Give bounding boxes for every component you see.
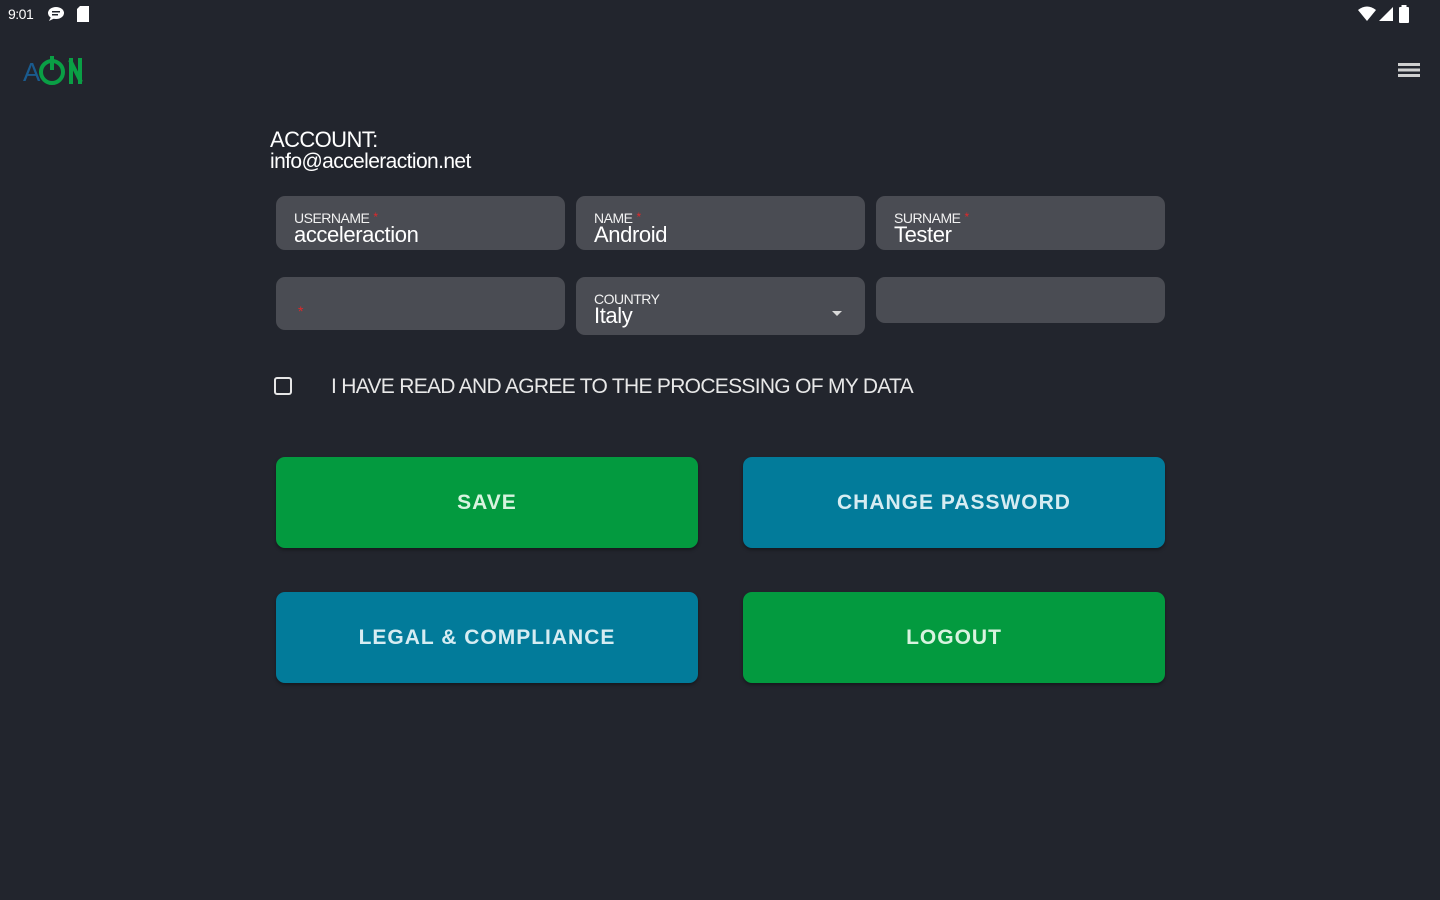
status-time: 9:01: [8, 6, 34, 22]
save-button-label: SAVE: [457, 490, 517, 514]
country-select[interactable]: COUNTRY Italy: [576, 277, 865, 335]
name-field[interactable]: NAME * Android: [576, 196, 865, 250]
name-value: Android: [594, 222, 668, 247]
cell-signal-icon: [1378, 6, 1394, 27]
battery-icon: [1398, 5, 1410, 29]
required-marker: *: [298, 303, 304, 319]
consent-checkbox[interactable]: [274, 377, 292, 395]
empty-field[interactable]: [876, 277, 1165, 323]
required-marker: *: [964, 210, 970, 224]
menu-icon[interactable]: [1394, 56, 1424, 84]
surname-value: Tester: [894, 222, 952, 247]
change-password-button-label: CHANGE PASSWORD: [837, 490, 1071, 514]
chat-bubble-icon: [47, 6, 65, 27]
required-empty-field[interactable]: *: [276, 277, 565, 330]
country-value: Italy: [594, 303, 633, 328]
sd-card-icon: [76, 6, 90, 28]
consent-label: I HAVE READ AND AGREE TO THE PROCESSING …: [331, 375, 914, 398]
account-email: info@acceleraction.net: [270, 150, 471, 173]
status-bar: 9:01: [0, 0, 1440, 30]
username-field[interactable]: USERNAME * acceleraction: [276, 196, 565, 250]
chevron-down-icon: [831, 304, 843, 322]
change-password-button[interactable]: CHANGE PASSWORD: [743, 457, 1165, 548]
surname-field[interactable]: SURNAME * Tester: [876, 196, 1165, 250]
legal-compliance-button-label: LEGAL & COMPLIANCE: [358, 625, 616, 649]
account-screen: 9:01 A ACCOUNT: info@acceleraction.net U…: [0, 0, 1440, 900]
username-value: acceleraction: [294, 222, 419, 247]
logout-button[interactable]: LOGOUT: [743, 592, 1165, 683]
svg-text:A: A: [23, 57, 41, 87]
save-button[interactable]: SAVE: [276, 457, 698, 548]
wifi-icon: [1358, 6, 1376, 27]
logout-button-label: LOGOUT: [906, 625, 1002, 649]
legal-compliance-button[interactable]: LEGAL & COMPLIANCE: [276, 592, 698, 683]
app-logo-icon: A: [22, 50, 86, 90]
